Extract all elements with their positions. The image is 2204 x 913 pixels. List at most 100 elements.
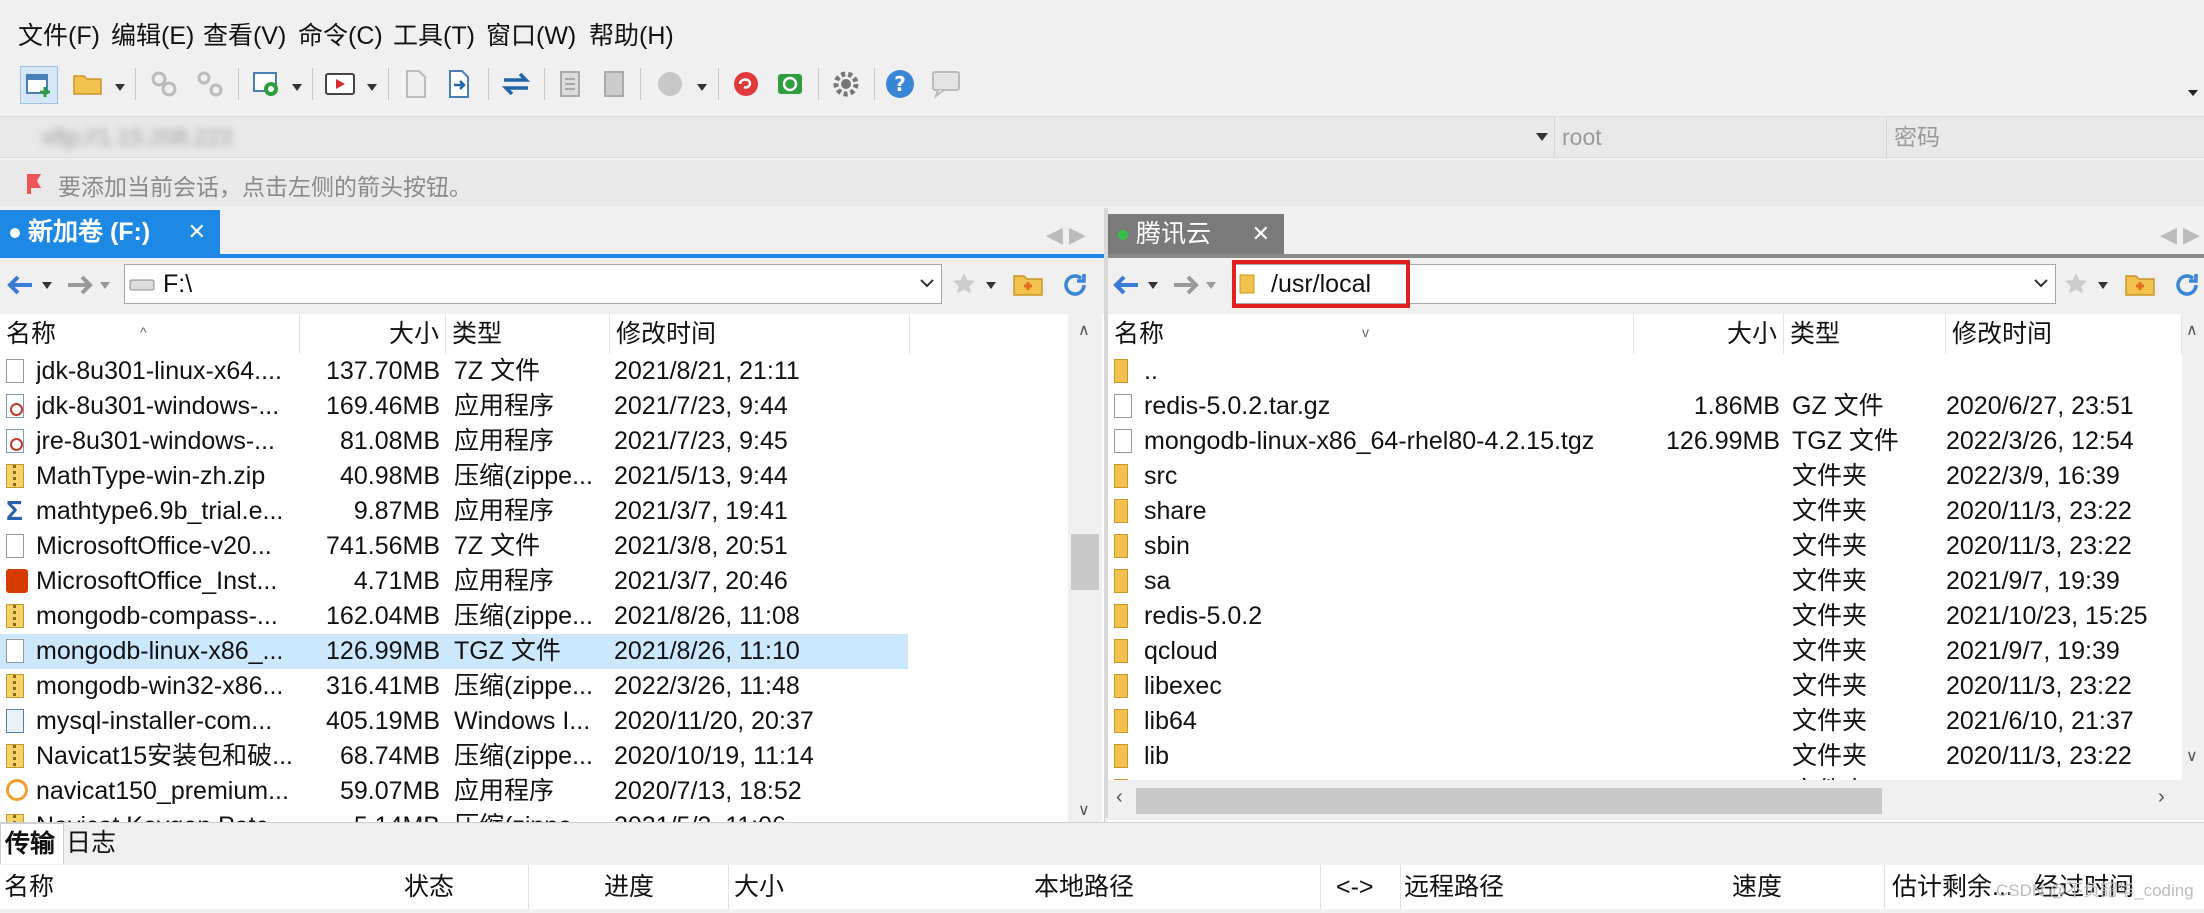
col-transfer-status[interactable]: 状态 <box>404 865 454 909</box>
menu-file[interactable]: 文件(F) <box>18 20 100 52</box>
host-input[interactable]: sftp://1.15.208.223 <box>42 117 233 157</box>
col-type[interactable]: 类型 <box>446 314 610 354</box>
menu-help[interactable]: 帮助(H) <box>589 20 674 52</box>
back-dropdown-icon[interactable] <box>42 282 52 289</box>
sync-icon[interactable] <box>498 66 534 102</box>
file-row[interactable]: MicrosoftOffice-v20... 741.56MB 7Z 文件 2021/… <box>0 529 908 564</box>
copy-icon[interactable] <box>552 66 588 102</box>
upload-icon[interactable] <box>398 66 434 102</box>
new-folder-icon[interactable] <box>1012 270 1044 298</box>
message-icon[interactable] <box>928 66 964 102</box>
local-path-input[interactable]: F:\ <box>124 264 942 304</box>
col-transfer-name[interactable]: 名称 <box>4 865 54 909</box>
open-dropdown-icon[interactable] <box>115 84 125 91</box>
refresh-icon[interactable] <box>1060 270 1090 300</box>
username-field[interactable]: root <box>1562 117 1602 157</box>
menu-window[interactable]: 窗口(W) <box>486 20 576 52</box>
col-remote-path[interactable]: 远程路径 <box>1404 865 1504 909</box>
col-name[interactable]: 名称 <box>0 314 300 354</box>
tab-remote-server[interactable]: 腾讯云 ✕ <box>1108 214 1284 254</box>
menu-command[interactable]: 命令(C) <box>298 20 383 52</box>
terminal-icon[interactable] <box>322 66 358 102</box>
file-row[interactable]: jdk-8u301-windows-... 169.46MB 应用程序 2021/7/… <box>0 389 908 424</box>
file-row[interactable]: MathType-win-zh.zip 40.98MB 压缩(zippe... 202… <box>0 459 908 494</box>
col-name[interactable]: 名称 <box>1108 314 1634 354</box>
tab-scroll-icon[interactable]: ◀ ▶ <box>1046 222 1086 248</box>
remote-hscrollbar[interactable]: ‹ › <box>1108 780 2204 820</box>
file-row[interactable]: libexec 文件夹 2020/11/3, 23:22 <box>1108 669 2182 704</box>
chevron-down-icon[interactable] <box>919 277 935 289</box>
file-row[interactable]: share 文件夹 2020/11/3, 23:22 <box>1108 494 2182 529</box>
help-icon[interactable]: ? <box>882 66 918 102</box>
host-dropdown-icon[interactable] <box>1536 133 1548 141</box>
col-size[interactable]: 大小 <box>300 314 446 354</box>
file-row[interactable]: src 文件夹 2022/3/9, 16:39 <box>1108 459 2182 494</box>
new-folder-icon[interactable] <box>2124 270 2156 298</box>
file-row[interactable]: sbin 文件夹 2020/11/3, 23:22 <box>1108 529 2182 564</box>
refresh-icon[interactable] <box>2172 270 2202 300</box>
forward-dropdown-icon[interactable] <box>100 282 110 289</box>
back-arrow-icon[interactable] <box>1112 272 1142 298</box>
tab-scroll-icon[interactable]: ◀ ▶ <box>2160 222 2200 248</box>
col-transfer-size[interactable]: 大小 <box>734 865 784 909</box>
host-field[interactable]: sftp://1.15.208.223 <box>14 117 1548 157</box>
col-type[interactable]: 类型 <box>1784 314 1946 354</box>
file-row[interactable]: MicrosoftOffice_Inst... 4.71MB 应用程序 2021/3/… <box>0 564 908 599</box>
record-icon[interactable] <box>652 66 688 102</box>
open-folder-icon[interactable] <box>70 66 106 102</box>
connect-icon[interactable] <box>146 66 182 102</box>
col-local-path[interactable]: 本地路径 <box>1034 865 1134 909</box>
col-eta[interactable]: 估计剩余... <box>1892 865 2013 909</box>
disconnect-icon[interactable] <box>192 66 228 102</box>
col-modified[interactable]: 修改时间 <box>610 314 910 354</box>
file-row[interactable]: redis-5.0.2 文件夹 2021/10/23, 15:25 <box>1108 599 2182 634</box>
xshell-icon[interactable] <box>728 66 764 102</box>
col-direction[interactable]: <-> <box>1336 865 1374 909</box>
options-icon[interactable] <box>828 66 864 102</box>
file-row[interactable]: mongodb-linux-x86_... 126.99MB TGZ 文件 2021/… <box>0 634 908 669</box>
back-arrow-icon[interactable] <box>6 272 36 298</box>
file-row[interactable]: sa 文件夹 2021/9/7, 19:39 <box>1108 564 2182 599</box>
file-row[interactable]: jre-8u301-windows-... 81.08MB 应用程序 2021/7/2… <box>0 424 908 459</box>
col-transfer-progress[interactable]: 进度 <box>604 865 654 909</box>
record-dropdown-icon[interactable] <box>697 84 707 91</box>
settings-gear-icon[interactable] <box>248 66 284 102</box>
col-speed[interactable]: 速度 <box>1732 865 1782 909</box>
file-row[interactable]: .. <box>1108 354 2182 389</box>
password-field[interactable]: 密码 <box>1894 117 1940 157</box>
forward-arrow-icon[interactable] <box>64 272 94 298</box>
tab-log[interactable]: 日志 <box>66 823 116 863</box>
tab-local-drive[interactable]: 新加卷 (F:) ✕ <box>0 210 220 254</box>
tab-transfer[interactable]: 传输 <box>0 823 64 864</box>
back-dropdown-icon[interactable] <box>1148 282 1158 289</box>
file-row[interactable]: qcloud 文件夹 2021/9/7, 19:39 <box>1108 634 2182 669</box>
favorite-star-icon[interactable] <box>2062 270 2090 298</box>
file-row[interactable]: mongodb-linux-x86_64-rhel80-4.2.15.tgz 12… <box>1108 424 2182 459</box>
favorite-dropdown-icon[interactable] <box>986 282 996 289</box>
menu-tools[interactable]: 工具(T) <box>393 20 475 52</box>
bookmark-icon[interactable] <box>24 172 48 196</box>
settings-dropdown-icon[interactable] <box>292 84 302 91</box>
file-row[interactable]: Σmathtype6.9b_trial.e... 9.87MB 应用程序 2021/3… <box>0 494 908 529</box>
local-scroll-thumb[interactable] <box>1071 534 1099 590</box>
favorite-star-icon[interactable] <box>950 270 978 298</box>
file-row[interactable]: mysql-installer-com... 405.19MB Windows I.… <box>0 704 908 739</box>
new-session-icon[interactable] <box>20 66 58 104</box>
file-row[interactable]: mongodb-compass-... 162.04MB 压缩(zippe... 20… <box>0 599 908 634</box>
file-row[interactable]: lib 文件夹 2020/11/3, 23:22 <box>1108 739 2182 774</box>
toolbar-overflow-icon[interactable] <box>2188 90 2198 96</box>
file-row[interactable]: Navicat15安装包和破... 68.74MB 压缩(zippe... 2020/… <box>0 739 908 774</box>
forward-arrow-icon[interactable] <box>1170 272 1200 298</box>
menu-view[interactable]: 查看(V) <box>203 20 286 52</box>
close-icon[interactable]: ✕ <box>1252 214 1270 254</box>
remote-hscroll-thumb[interactable] <box>1136 788 1882 814</box>
terminal-dropdown-icon[interactable] <box>367 84 377 91</box>
download-icon[interactable] <box>442 66 478 102</box>
forward-dropdown-icon[interactable] <box>1206 282 1216 289</box>
file-row[interactable]: redis-5.0.2.tar.gz 1.86MB GZ 文件 2020/6/27, … <box>1108 389 2182 424</box>
favorite-dropdown-icon[interactable] <box>2098 282 2108 289</box>
paste-icon[interactable] <box>596 66 632 102</box>
col-size[interactable]: 大小 <box>1634 314 1784 354</box>
file-row[interactable]: mongodb-win32-x86... 316.41MB 压缩(zippe... 2… <box>0 669 908 704</box>
menu-edit[interactable]: 编辑(E) <box>111 20 194 52</box>
